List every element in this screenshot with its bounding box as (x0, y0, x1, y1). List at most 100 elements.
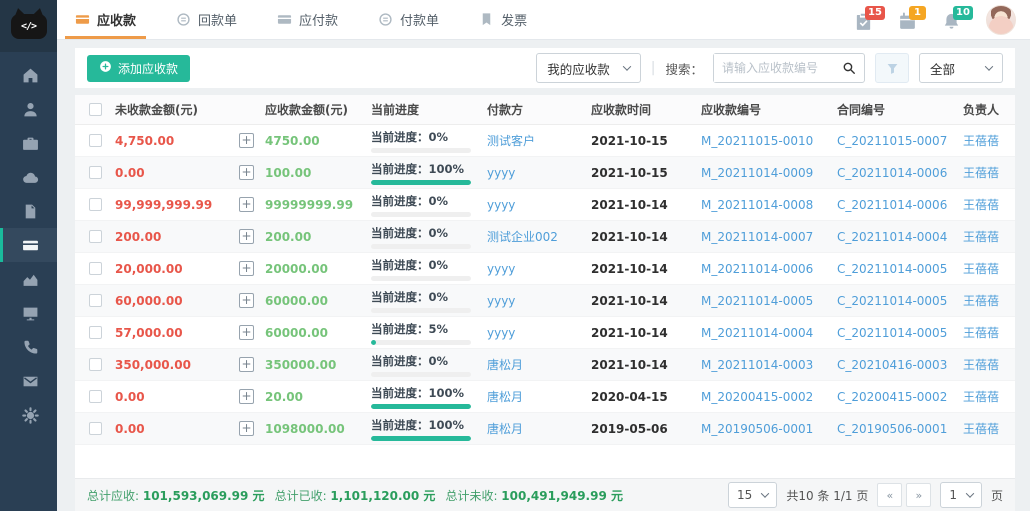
prev-page-button[interactable]: « (877, 483, 902, 507)
contract-number-link[interactable]: C_20211014-0006 (833, 198, 959, 212)
expand-row-button[interactable]: + (239, 133, 254, 148)
select-all-checkbox[interactable] (89, 103, 102, 116)
owner-link[interactable]: 王蓓蓓 (959, 388, 1015, 405)
expand-row-button[interactable]: + (239, 293, 254, 308)
payer-link[interactable]: yyyy (483, 166, 587, 180)
app-logo[interactable]: </> (0, 0, 57, 52)
expand-row-button[interactable]: + (239, 197, 254, 212)
next-page-button[interactable]: » (906, 483, 931, 507)
top-navigation: 应收款 回款单 应付款 付款单 发票 15 1 10 (57, 0, 1030, 40)
bell-button[interactable]: 10 (942, 8, 964, 32)
receivable-number-link[interactable]: M_20211014-0005 (697, 294, 833, 308)
payer-link[interactable]: 唐松月 (483, 388, 587, 405)
receivable-number-link[interactable]: M_20211014-0006 (697, 262, 833, 276)
row-checkbox[interactable] (89, 230, 102, 243)
row-checkbox[interactable] (89, 134, 102, 147)
receivable-number-link[interactable]: M_20211014-0003 (697, 358, 833, 372)
summary-value: 100,491,949.99 元 (501, 489, 623, 503)
receivable-number-link[interactable]: M_20211015-0010 (697, 134, 833, 148)
expand-row-button[interactable]: + (239, 325, 254, 340)
clipboard-check-button[interactable]: 15 (854, 8, 876, 32)
owner-link[interactable]: 王蓓蓓 (959, 324, 1015, 341)
row-checkbox[interactable] (89, 422, 102, 435)
row-checkbox[interactable] (89, 326, 102, 339)
expand-row-button[interactable]: + (239, 261, 254, 276)
scope-select[interactable]: 我的应收款 (536, 53, 641, 83)
payer-link[interactable]: 唐松月 (483, 356, 587, 373)
tab-2[interactable]: 回款单 (176, 0, 237, 39)
receivable-number-link[interactable]: M_20211014-0009 (697, 166, 833, 180)
owner-link[interactable]: 王蓓蓓 (959, 292, 1015, 309)
receivable-number-link[interactable]: M_20190506-0001 (697, 422, 833, 436)
sidebar-item-reports[interactable] (0, 262, 57, 296)
tab-5[interactable]: 发票 (479, 0, 527, 39)
sidebar-item-business[interactable] (0, 126, 57, 160)
sidebar-item-messages[interactable] (0, 364, 57, 398)
sidebar-item-documents[interactable] (0, 194, 57, 228)
expand-row-button[interactable]: + (239, 421, 254, 436)
row-checkbox[interactable] (89, 358, 102, 371)
sidebar-item-calls[interactable] (0, 330, 57, 364)
owner-link[interactable]: 王蓓蓓 (959, 228, 1015, 245)
expand-cell: + (235, 421, 261, 436)
row-checkbox[interactable] (89, 390, 102, 403)
search-icon[interactable] (834, 54, 864, 82)
payer-link[interactable]: 测试客户 (483, 132, 587, 149)
progress-bar (371, 212, 471, 217)
expand-row-button[interactable]: + (239, 357, 254, 372)
contract-number-link[interactable]: C_20211014-0005 (833, 326, 959, 340)
owner-link[interactable]: 王蓓蓓 (959, 356, 1015, 373)
row-checkbox[interactable] (89, 262, 102, 275)
progress-cell: 当前进度：0% (367, 225, 483, 249)
payer-link[interactable]: yyyy (483, 262, 587, 276)
table-row: 57,000.00+60000.00当前进度：5%yyyy2021-10-14M… (75, 317, 1015, 349)
page-size-select[interactable]: 15 (728, 482, 777, 508)
tab-1[interactable]: 应收款 (75, 0, 136, 39)
payer-link[interactable]: yyyy (483, 198, 587, 212)
owner-link[interactable]: 王蓓蓓 (959, 164, 1015, 181)
payer-link[interactable]: yyyy (483, 294, 587, 308)
contract-number-link[interactable]: C_20210416-0003 (833, 358, 959, 372)
owner-link[interactable]: 王蓓蓓 (959, 420, 1015, 437)
row-checkbox[interactable] (89, 198, 102, 211)
sidebar-item-workstation[interactable] (0, 296, 57, 330)
payer-link[interactable]: 唐松月 (483, 420, 587, 437)
contract-number-link[interactable]: C_20211014-0006 (833, 166, 959, 180)
receivable-number-link[interactable]: M_20211014-0008 (697, 198, 833, 212)
owner-link[interactable]: 王蓓蓓 (959, 196, 1015, 213)
row-checkbox[interactable] (89, 166, 102, 179)
contract-number-link[interactable]: C_20200415-0002 (833, 390, 959, 404)
expand-row-button[interactable]: + (239, 229, 254, 244)
expand-row-button[interactable]: + (239, 165, 254, 180)
receivable-number-link[interactable]: M_20211014-0007 (697, 230, 833, 244)
sidebar-item-customers[interactable] (0, 160, 57, 194)
status-select[interactable]: 全部 (919, 53, 1003, 83)
row-checkbox[interactable] (89, 294, 102, 307)
sidebar-item-contacts[interactable] (0, 92, 57, 126)
add-receivable-button[interactable]: 添加应收款 (87, 55, 190, 82)
tab-4[interactable]: 付款单 (378, 0, 439, 39)
receivable-number-link[interactable]: M_20200415-0002 (697, 390, 833, 404)
contract-number-link[interactable]: C_20211015-0007 (833, 134, 959, 148)
filter-funnel-button[interactable] (875, 53, 909, 83)
contract-number-link[interactable]: C_20190506-0001 (833, 422, 959, 436)
tab-3[interactable]: 应付款 (277, 0, 338, 39)
search-input[interactable] (714, 54, 834, 82)
owner-link[interactable]: 王蓓蓓 (959, 132, 1015, 149)
sidebar-item-settings[interactable] (0, 398, 57, 432)
payer-link[interactable]: yyyy (483, 326, 587, 340)
tab-label: 应付款 (299, 10, 338, 29)
payer-link[interactable]: 测试企业002 (483, 228, 587, 245)
sidebar-item-finance[interactable] (0, 228, 57, 262)
page-number-select[interactable]: 1 (940, 482, 982, 508)
contract-number-link[interactable]: C_20211014-0005 (833, 262, 959, 276)
calendar-button[interactable]: 1 (898, 8, 920, 32)
contract-number-link[interactable]: C_20211014-0004 (833, 230, 959, 244)
user-avatar[interactable] (986, 5, 1016, 35)
owner-link[interactable]: 王蓓蓓 (959, 260, 1015, 277)
contract-number-link[interactable]: C_20211014-0005 (833, 294, 959, 308)
expand-row-button[interactable]: + (239, 389, 254, 404)
row-checkbox-cell (75, 294, 111, 307)
receivable-number-link[interactable]: M_20211014-0004 (697, 326, 833, 340)
sidebar-item-home[interactable] (0, 58, 57, 92)
